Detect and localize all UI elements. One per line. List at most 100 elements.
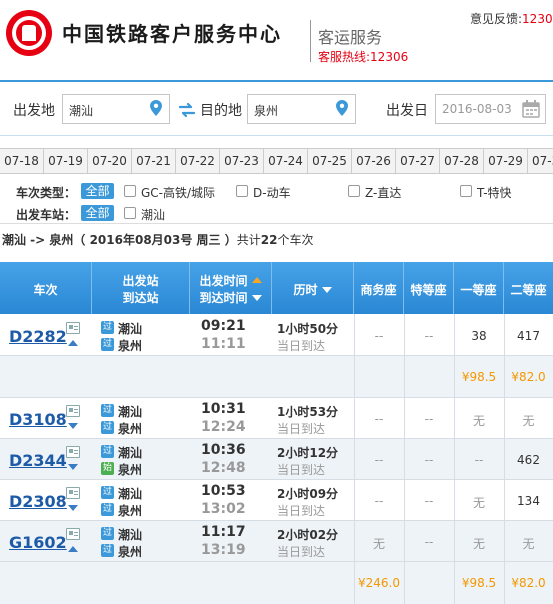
from-station-input[interactable]: 潮汕 xyxy=(62,94,170,124)
date-tab[interactable]: 07-26 xyxy=(352,149,396,173)
table-row[interactable]: D2282 过 潮汕 过 泉州 09:21 11:11 1小时50分 当日到达 … xyxy=(0,314,553,356)
train-number-link[interactable]: D2282 xyxy=(9,327,67,346)
date-tab[interactable]: 07-22 xyxy=(176,149,220,173)
summary-date: （ 2016年08月03号 周三 ） xyxy=(73,233,237,247)
location-pin-icon xyxy=(336,100,348,116)
arrival-day: 当日到达 xyxy=(277,463,326,477)
railway-logo-icon xyxy=(6,10,52,56)
departure-time: 11:17 xyxy=(201,524,246,540)
first-class-price: ¥98.5 xyxy=(461,370,497,384)
from-station-value: 潮汕 xyxy=(69,104,94,118)
calendar-icon[interactable] xyxy=(521,99,541,119)
train-number-link[interactable]: D2344 xyxy=(9,451,67,470)
type-t-checkbox[interactable] xyxy=(460,185,472,197)
feedback-link[interactable]: 意见反馈:1230 xyxy=(470,10,553,27)
arrival-time: 13:02 xyxy=(201,501,246,517)
pass-station-icon: 过 xyxy=(101,421,114,434)
duration: 2小时12分 xyxy=(277,446,339,460)
duration: 2小时02分 xyxy=(277,528,339,542)
summary-count: 22 xyxy=(260,233,278,247)
table-header: 车次 出发站 到达站 出发时间 到达时间 历时 商务座 特等座 一等座 二等座 xyxy=(0,262,553,314)
date-tab[interactable]: 07-28 xyxy=(440,149,484,173)
train-number-link[interactable]: D3108 xyxy=(9,410,67,429)
date-tab[interactable]: 07-3 xyxy=(528,149,553,173)
date-tabs: 07-18 07-19 07-20 07-21 07-22 07-23 07-2… xyxy=(0,148,553,174)
second-class-price: ¥82.0 xyxy=(511,370,546,384)
date-tab[interactable]: 07-24 xyxy=(264,149,308,173)
train-info-icon[interactable] xyxy=(66,487,80,499)
first-class-seat: 无 xyxy=(472,496,485,510)
departure-station-filter: 出发车站： 全部 潮汕 xyxy=(0,203,553,223)
type-z-checkbox[interactable] xyxy=(348,185,360,197)
first-class-seat: 无 xyxy=(472,537,485,551)
all-stations-button[interactable]: 全部 xyxy=(81,205,114,221)
duration: 1小时53分 xyxy=(277,405,339,419)
col-special-label: 特等座 xyxy=(410,283,447,297)
train-number-link[interactable]: D2308 xyxy=(9,492,67,511)
expand-prices-icon[interactable] xyxy=(68,464,78,470)
date-tab[interactable]: 07-25 xyxy=(308,149,352,173)
col-first-label: 一等座 xyxy=(460,283,497,297)
train-number-link[interactable]: G1602 xyxy=(9,533,67,552)
table-row[interactable]: D2344 过 潮汕 始 泉州 10:36 12:48 2小时12分 当日到达 … xyxy=(0,439,553,480)
business-seat: -- xyxy=(374,329,384,343)
col-duration-sort[interactable]: 历时 xyxy=(272,262,354,314)
duration: 2小时09分 xyxy=(277,487,339,501)
type-gc-checkbox[interactable] xyxy=(124,185,136,197)
arrival-day: 当日到达 xyxy=(277,422,326,436)
first-class-price: ¥98.5 xyxy=(461,576,497,590)
table-row[interactable]: G1602 过 潮汕 过 泉州 11:17 13:19 2小时02分 当日到达 … xyxy=(0,521,553,562)
feedback-label: 意见反馈: xyxy=(470,12,523,26)
col-stations: 出发站 到达站 xyxy=(92,262,190,314)
col-time-sort[interactable]: 出发时间 到达时间 xyxy=(190,262,272,314)
date-tab[interactable]: 07-27 xyxy=(396,149,440,173)
sort-descending-icon xyxy=(321,287,332,293)
departure-time: 10:31 xyxy=(201,401,246,417)
filter-panel: 车次类型： 全部 GC-高铁/城际 D-动车 Z-直达 T-特快 出发车站： 全… xyxy=(0,176,553,224)
date-tab[interactable]: 07-19 xyxy=(44,149,88,173)
type-z-label: Z-直达 xyxy=(365,186,402,200)
arrival-day: 当日到达 xyxy=(277,545,326,559)
station-chaoshan-checkbox[interactable] xyxy=(124,207,136,219)
train-info-icon[interactable] xyxy=(66,446,80,458)
date-tab[interactable]: 07-21 xyxy=(132,149,176,173)
expand-prices-icon[interactable] xyxy=(68,423,78,429)
col-train: 车次 xyxy=(0,262,92,314)
to-station-value: 泉州 xyxy=(254,104,279,118)
date-tab[interactable]: 07-20 xyxy=(88,149,132,173)
date-tab[interactable]: 07-29 xyxy=(484,149,528,173)
type-gc-label: GC-高铁/城际 xyxy=(141,186,216,200)
from-station: 潮汕 xyxy=(118,322,143,336)
type-d-checkbox[interactable] xyxy=(236,185,248,197)
train-info-icon[interactable] xyxy=(66,322,80,334)
business-seat: 无 xyxy=(372,537,385,551)
date-input[interactable]: 2016-08-03 xyxy=(435,94,546,124)
collapse-prices-icon[interactable] xyxy=(68,546,78,552)
col-station-to-label: 到达站 xyxy=(122,291,159,305)
arrival-time: 12:24 xyxy=(201,419,246,435)
business-price: ¥246.0 xyxy=(358,576,400,590)
first-class-seat: 无 xyxy=(472,414,485,428)
train-info-icon[interactable] xyxy=(66,405,80,417)
search-panel: 出发地 潮汕 目的地 泉州 出发日 2016-08-03 xyxy=(0,80,553,136)
from-label: 出发地 xyxy=(13,103,55,119)
second-class-seat: 462 xyxy=(517,453,540,467)
expand-prices-icon[interactable] xyxy=(68,505,78,511)
to-station-input[interactable]: 泉州 xyxy=(247,94,356,124)
col-station-from-label: 出发站 xyxy=(122,274,159,288)
train-info-icon[interactable] xyxy=(66,528,80,540)
date-tab[interactable]: 07-23 xyxy=(220,149,264,173)
collapse-prices-icon[interactable] xyxy=(68,340,78,346)
pass-station-icon: 过 xyxy=(101,338,114,351)
to-station: 泉州 xyxy=(118,545,143,559)
to-station: 泉州 xyxy=(118,339,143,353)
date-tab[interactable]: 07-18 xyxy=(0,149,44,173)
all-types-button[interactable]: 全部 xyxy=(81,183,114,199)
table-row[interactable]: D2308 过 潮汕 过 泉州 10:53 13:02 2小时09分 当日到达 … xyxy=(0,480,553,521)
table-row[interactable]: D3108 过 潮汕 过 泉州 10:31 12:24 1小时53分 当日到达 … xyxy=(0,398,553,439)
swap-stations-icon[interactable] xyxy=(178,102,196,118)
departure-station-label: 出发车站： xyxy=(16,208,77,222)
col-business-label: 商务座 xyxy=(360,283,397,297)
pass-station-icon: 过 xyxy=(101,445,114,458)
price-row: ¥246.0 ¥98.5 ¥82.0 xyxy=(0,562,553,604)
